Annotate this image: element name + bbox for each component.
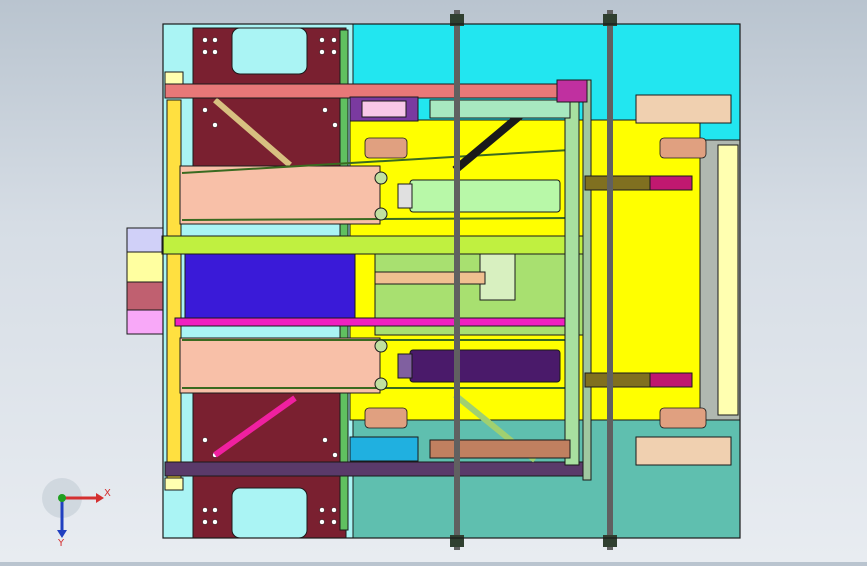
left-vertical-rail-yellow [166, 99, 182, 481]
center-vertical-post-left [564, 94, 580, 466]
lower-cylinder-cap [397, 353, 413, 379]
coordinate-triad: X Y [42, 478, 111, 548]
sprocket-lower-left [364, 407, 408, 429]
middle-lime-beam [161, 235, 588, 255]
lead-screw-right [607, 10, 613, 550]
right-side-pale-yellow-strip [717, 144, 739, 416]
lower-rail-roller [374, 339, 388, 353]
top-magenta-clip [556, 79, 588, 103]
carriage-peach-bar [374, 271, 486, 285]
lower-right-channel-bracket [635, 436, 732, 466]
lower-right-olive-bar [584, 372, 651, 388]
center-vertical-post-right [582, 79, 592, 481]
sprocket-upper-left [364, 137, 408, 159]
triad-x-arrow [96, 493, 104, 503]
triad-y-label: Y [57, 538, 65, 548]
lead-screw-left-bottom-cap [450, 535, 464, 547]
left-block-rose [126, 281, 164, 311]
upper-purple-bracket-window [361, 100, 407, 118]
lower-brown-block [429, 439, 571, 459]
upper-rail-roller-2 [374, 207, 388, 221]
maroon-plate-bottom-cutout [231, 487, 308, 539]
lower-cylinder-body [409, 349, 561, 383]
triad-x-label: X [104, 488, 111, 499]
left-block-pale-yellow [126, 251, 164, 283]
left-block-lavender [126, 227, 164, 253]
upper-rail-roller [374, 171, 388, 185]
lower-cyan-bracket [349, 436, 419, 462]
assembly-drawing [126, 10, 741, 550]
upper-salmon-rail [179, 165, 381, 225]
left-block-pink [126, 309, 164, 335]
right-lower-teal-plate [349, 417, 741, 539]
upper-cylinder-cap [397, 183, 413, 209]
left-small-tab-top [164, 71, 184, 85]
lower-rail-roller-2 [374, 377, 388, 391]
left-small-tab-bottom [164, 477, 184, 491]
sprocket-lower-right [659, 407, 707, 429]
upper-right-channel-bracket [635, 94, 732, 124]
upper-right-olive-bar [584, 175, 651, 191]
upper-cylinder-body [409, 179, 561, 213]
top-horizontal-beam [164, 83, 584, 99]
triad-y-arrow [57, 530, 67, 538]
magenta-guide-bar [174, 317, 576, 327]
sprocket-upper-right [659, 137, 707, 159]
lower-salmon-rail [179, 337, 381, 394]
lead-screw-right-bottom-cap [603, 535, 617, 547]
cad-viewport[interactable]: X Y [0, 0, 867, 562]
maroon-plate-top-cutout [231, 27, 308, 75]
upper-teal-block [429, 99, 571, 119]
triad-z-axis [58, 494, 66, 502]
upper-right-magenta-bar [649, 175, 693, 191]
blue-block [184, 249, 356, 321]
lead-screw-left [454, 10, 460, 550]
lower-right-magenta-bar [649, 372, 693, 388]
bottom-horizontal-beam [164, 461, 584, 477]
